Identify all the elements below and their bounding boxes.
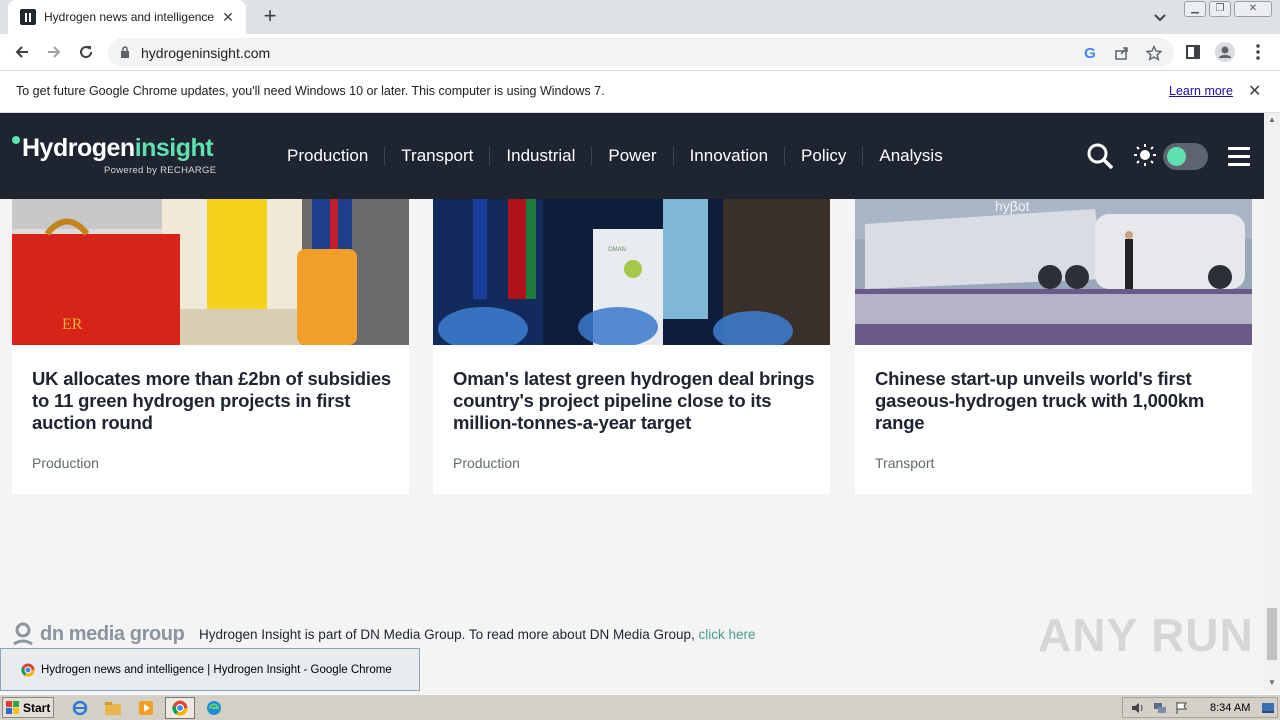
nav-industrial[interactable]: Industrial bbox=[490, 146, 593, 166]
logo-dot-icon bbox=[12, 136, 20, 144]
start-label: Start bbox=[23, 700, 51, 715]
new-tab-button[interactable]: + bbox=[258, 5, 282, 29]
article-category[interactable]: Production bbox=[453, 455, 520, 471]
article-title[interactable]: Oman's latest green hydrogen deal brings… bbox=[453, 368, 818, 434]
back-button[interactable] bbox=[10, 40, 34, 64]
nav-power[interactable]: Power bbox=[592, 146, 674, 166]
windows-taskbar: Start 8:34 AM bbox=[0, 694, 1280, 720]
scroll-thumb[interactable] bbox=[1267, 608, 1277, 660]
infobar-close-icon[interactable]: ✕ bbox=[1248, 81, 1261, 101]
search-icon[interactable] bbox=[1086, 142, 1114, 170]
dn-click-here-link[interactable]: click here bbox=[699, 627, 756, 642]
address-bar[interactable]: hydrogeninsight.com G bbox=[108, 38, 1174, 67]
logo-prefix: Hydrogen bbox=[22, 134, 135, 162]
main-nav: Production Transport Industrial Power In… bbox=[271, 146, 959, 166]
nav-policy[interactable]: Policy bbox=[785, 146, 864, 166]
minimize-button[interactable]: ▁ bbox=[1184, 1, 1206, 17]
theme-toggle[interactable] bbox=[1163, 143, 1208, 170]
taskbar-preview-title: Hydrogen news and intelligence | Hydroge… bbox=[41, 663, 392, 676]
hydrogen-insight-logo[interactable]: Hydrogeninsight Powered by RECHARGE bbox=[12, 134, 216, 176]
article-image[interactable]: OMAN bbox=[433, 199, 830, 345]
taskbar-window-preview[interactable]: Hydrogen news and intelligence | Hydroge… bbox=[0, 648, 420, 691]
tab-close-icon[interactable]: ✕ bbox=[220, 9, 236, 26]
sun-theme-icon bbox=[1134, 144, 1156, 166]
side-panel-icon[interactable] bbox=[1181, 40, 1205, 64]
article-category[interactable]: Transport bbox=[875, 455, 934, 471]
nav-analysis[interactable]: Analysis bbox=[863, 146, 958, 166]
logo-accent: insight bbox=[134, 134, 214, 162]
article-title[interactable]: Chinese start-up unveils world's first g… bbox=[875, 368, 1240, 434]
update-infobar: To get future Google Chrome updates, you… bbox=[0, 71, 1280, 113]
google-icon[interactable]: G bbox=[1080, 43, 1100, 63]
svg-text:ER: ER bbox=[62, 316, 83, 333]
windows-logo-icon bbox=[6, 700, 19, 714]
browser-tab[interactable]: Hydrogen news and intelligence | Hy ✕ bbox=[8, 0, 246, 34]
edge-icon[interactable] bbox=[204, 698, 224, 718]
chrome-icon bbox=[21, 663, 35, 677]
network-icon[interactable] bbox=[1153, 701, 1167, 715]
dn-footer-text: Hydrogen Insight is part of DN Media Gro… bbox=[199, 627, 756, 642]
nav-innovation[interactable]: Innovation bbox=[674, 146, 786, 166]
svg-text:OMAN: OMAN bbox=[608, 247, 626, 253]
logo-tagline: Powered by RECHARGE bbox=[104, 165, 217, 176]
infobar-message: To get future Google Chrome updates, you… bbox=[16, 84, 605, 98]
url-text: hydrogeninsight.com bbox=[141, 45, 271, 61]
article-image[interactable]: hyβot bbox=[855, 199, 1252, 345]
profile-avatar-icon[interactable] bbox=[1213, 40, 1237, 64]
anyrun-watermark: ANY RUN bbox=[1038, 609, 1254, 661]
scroll-up-arrow-icon[interactable]: ▲ bbox=[1268, 115, 1276, 124]
dn-media-group-logo[interactable]: dn media group bbox=[12, 622, 185, 646]
article-category[interactable]: Production bbox=[32, 455, 99, 471]
site-header: Hydrogeninsight Powered by RECHARGE Prod… bbox=[0, 113, 1264, 199]
article-card[interactable]: ER UK allocates more than £2bn of subsid… bbox=[12, 199, 409, 494]
article-card[interactable]: OMAN Oman's latest green hydrogen deal b… bbox=[433, 199, 830, 494]
reload-icon bbox=[80, 46, 93, 59]
site-favicon-icon bbox=[20, 9, 36, 25]
system-tray: 8:34 AM bbox=[1122, 697, 1278, 718]
volume-icon[interactable] bbox=[1131, 701, 1145, 715]
back-arrow-icon bbox=[15, 46, 28, 58]
tab-search-chevron-icon[interactable] bbox=[1150, 7, 1170, 27]
page-scrollbar[interactable]: ▲ ▼ bbox=[1264, 113, 1280, 691]
browser-toolbar: hydrogeninsight.com G bbox=[0, 34, 1280, 71]
article-image[interactable]: ER bbox=[12, 199, 409, 345]
dn-logo-text: dn media group bbox=[40, 622, 185, 645]
browser-tab-strip: Hydrogen news and intelligence | Hy ✕ + … bbox=[0, 0, 1280, 34]
nav-production[interactable]: Production bbox=[271, 146, 386, 166]
lock-icon bbox=[121, 46, 129, 58]
start-button[interactable]: Start bbox=[2, 697, 54, 718]
reload-button[interactable] bbox=[74, 40, 98, 64]
dn-footer-message: Hydrogen Insight is part of DN Media Gro… bbox=[199, 627, 695, 642]
nav-transport[interactable]: Transport bbox=[385, 146, 491, 166]
close-window-button[interactable]: ✕ bbox=[1234, 1, 1272, 17]
show-desktop-icon[interactable] bbox=[1261, 701, 1275, 715]
tab-title: Hydrogen news and intelligence | Hy bbox=[44, 10, 214, 24]
dn-pin-icon bbox=[13, 622, 33, 646]
forward-arrow-icon bbox=[48, 46, 61, 58]
forward-button[interactable] bbox=[42, 40, 66, 64]
taskbar-clock[interactable]: 8:34 AM bbox=[1210, 702, 1250, 714]
restore-button[interactable]: ❐ bbox=[1209, 1, 1231, 17]
chrome-menu-icon[interactable] bbox=[1246, 40, 1270, 64]
ie-icon[interactable] bbox=[70, 698, 90, 718]
share-icon[interactable] bbox=[1112, 43, 1132, 63]
svg-text:hyβot: hyβot bbox=[995, 199, 1030, 214]
toggle-knob bbox=[1167, 147, 1186, 166]
chrome-taskbar-button[interactable] bbox=[165, 697, 195, 719]
action-center-flag-icon[interactable] bbox=[1175, 701, 1189, 715]
explorer-folder-icon[interactable] bbox=[103, 698, 123, 718]
hamburger-menu-icon[interactable] bbox=[1228, 147, 1250, 166]
media-player-icon[interactable] bbox=[136, 698, 156, 718]
learn-more-link[interactable]: Learn more bbox=[1169, 84, 1233, 98]
bookmark-star-icon[interactable] bbox=[1144, 43, 1164, 63]
article-card[interactable]: hyβot Chinese start-up unveils world's f… bbox=[855, 199, 1252, 494]
scroll-down-arrow-icon[interactable]: ▼ bbox=[1268, 678, 1276, 687]
article-title[interactable]: UK allocates more than £2bn of subsidies… bbox=[32, 368, 397, 434]
